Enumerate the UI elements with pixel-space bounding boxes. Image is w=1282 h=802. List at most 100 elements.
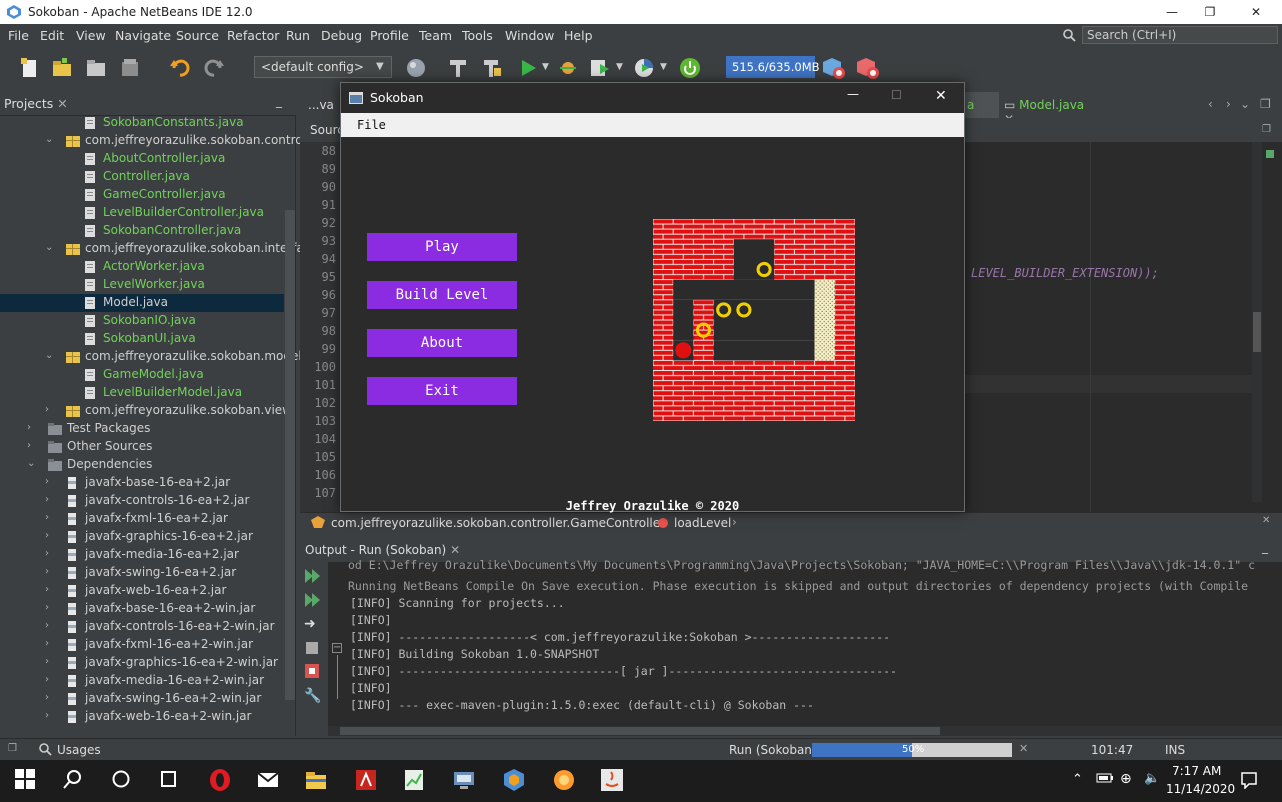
wrench-icon[interactable]: 🔧: [304, 688, 321, 704]
tab-partial[interactable]: a: [965, 92, 999, 118]
debug-icon[interactable]: [556, 56, 580, 80]
tree-item[interactable]: › javafx-fxml-16-ea+2.jar: [0, 510, 284, 528]
chevron-right-icon[interactable]: ›: [45, 674, 55, 685]
tree-item[interactable]: › javafx-swing-16-ea+2-win.jar: [0, 690, 284, 708]
cortana-icon[interactable]: [110, 768, 136, 794]
run-dropdown-icon[interactable]: ▼: [542, 62, 549, 72]
tree-item[interactable]: SokobanController.java: [0, 222, 284, 240]
clock-date[interactable]: 11/14/2020: [1166, 782, 1235, 796]
rerun-icon[interactable]: [304, 568, 322, 584]
notification-center-icon[interactable]: [1240, 771, 1258, 789]
editor-scrollbar[interactable]: [1252, 142, 1262, 502]
chevron-right-icon[interactable]: ›: [45, 548, 55, 559]
sokoban-menu-file[interactable]: File: [357, 118, 386, 132]
globe-icon[interactable]: [404, 56, 428, 80]
profile-dropdown-icon[interactable]: ▼: [660, 62, 667, 72]
test-icon[interactable]: [588, 56, 612, 80]
menu-profile[interactable]: Profile: [370, 28, 409, 43]
new-file-icon[interactable]: [18, 56, 42, 80]
build-icon[interactable]: [446, 56, 470, 80]
network-icon[interactable]: ⊕: [1120, 771, 1132, 787]
search-input[interactable]: Search (Ctrl+I): [1082, 26, 1278, 44]
tree-item[interactable]: LevelBuilderModel.java: [0, 384, 284, 402]
tree-item[interactable]: › com.jeffreyorazulike.sokoban.view: [0, 402, 292, 420]
chevron-down-icon[interactable]: ⌄: [45, 134, 55, 145]
minimize-panel-icon[interactable]: _: [276, 94, 282, 108]
spring-icon[interactable]: [678, 56, 702, 80]
close-project-icon[interactable]: [118, 56, 142, 80]
cancel-progress-icon[interactable]: ✕: [1019, 742, 1028, 755]
usages-label[interactable]: Usages: [57, 743, 101, 757]
minimize-panel-icon[interactable]: _: [1262, 540, 1268, 554]
output-area[interactable]: ➜ 🔧 − od E:\Jeffrey Orazulike\Documents\…: [300, 558, 1282, 736]
close-button[interactable]: ✕: [1234, 0, 1278, 24]
memory-indicator[interactable]: 515.6/635.0MB: [726, 56, 820, 78]
gc-icon-2[interactable]: [856, 56, 880, 80]
tree-item[interactable]: ActorWorker.java: [0, 258, 284, 276]
redo-icon[interactable]: [202, 56, 226, 80]
search-icon[interactable]: [62, 768, 88, 794]
chevron-right-icon[interactable]: ›: [45, 692, 55, 703]
output-scrollbar-thumb[interactable]: [340, 727, 940, 735]
tree-item[interactable]: Model.java: [0, 294, 284, 312]
tree-item[interactable]: SokobanConstants.java: [0, 114, 284, 132]
tree-item[interactable]: AboutController.java: [0, 150, 284, 168]
about-button[interactable]: About: [367, 329, 517, 357]
tree-item[interactable]: › javafx-controls-16-ea+2.jar: [0, 492, 284, 510]
tree-item[interactable]: › javafx-graphics-16-ea+2-win.jar: [0, 654, 284, 672]
play-button[interactable]: Play: [367, 233, 517, 261]
tree-item[interactable]: Controller.java: [0, 168, 284, 186]
tree-item[interactable]: GameController.java: [0, 186, 284, 204]
chevron-right-icon[interactable]: ›: [45, 656, 55, 667]
tree-item[interactable]: › javafx-swing-16-ea+2.jar: [0, 564, 284, 582]
tree-item[interactable]: ⌄ Dependencies: [0, 456, 284, 474]
menu-view[interactable]: View: [76, 28, 106, 43]
tray-chevron-up-icon[interactable]: ⌃: [1072, 772, 1083, 787]
open-project-icon[interactable]: [84, 56, 108, 80]
menu-navigate[interactable]: Navigate: [115, 28, 171, 43]
tree-item[interactable]: LevelWorker.java: [0, 276, 284, 294]
tree-item[interactable]: ⌄ com.jeffreyorazulike.sokoban.interfac: [0, 240, 311, 258]
menu-team[interactable]: Team: [419, 28, 452, 43]
chevron-right-icon[interactable]: ›: [45, 710, 55, 721]
tree-item[interactable]: › javafx-controls-16-ea+2-win.jar: [0, 618, 284, 636]
chevron-right-icon[interactable]: ›: [45, 566, 55, 577]
run-icon[interactable]: [516, 56, 540, 80]
netbeans-taskbar-icon[interactable]: [502, 768, 528, 794]
build-level-button[interactable]: Build Level: [367, 281, 517, 309]
scroll-right-icon[interactable]: ›: [1226, 97, 1231, 111]
menu-run[interactable]: Run: [286, 28, 310, 43]
chevron-right-icon[interactable]: ›: [45, 404, 55, 415]
maximize-button[interactable]: ❐: [1188, 0, 1232, 24]
tree-item[interactable]: › javafx-media-16-ea+2.jar: [0, 546, 284, 564]
tab-overflow[interactable]: ...va: [302, 92, 338, 118]
new-project-icon[interactable]: [50, 56, 74, 80]
tree-item[interactable]: SokobanUI.java: [0, 330, 284, 348]
tree-item[interactable]: GameModel.java: [0, 366, 284, 384]
notifications-icon[interactable]: ❐: [8, 743, 17, 754]
menu-refactor[interactable]: Refactor: [227, 28, 279, 43]
tree-item[interactable]: ⌄ com.jeffreyorazulike.sokoban.controll: [0, 132, 309, 150]
java-icon[interactable]: [600, 768, 626, 794]
menu-debug[interactable]: Debug: [321, 28, 362, 43]
battery-icon[interactable]: [1096, 772, 1114, 784]
chevron-right-icon[interactable]: ›: [45, 602, 55, 613]
close-tab-icon[interactable]: ✕: [57, 96, 67, 111]
step-icon[interactable]: ➜: [304, 616, 316, 632]
settings-icon[interactable]: [304, 640, 320, 656]
firefox-icon[interactable]: [552, 768, 578, 794]
menu-edit[interactable]: Edit: [40, 28, 64, 43]
menu-help[interactable]: Help: [564, 28, 593, 43]
scroll-left-icon[interactable]: ‹: [1208, 97, 1213, 111]
tree-item[interactable]: SokobanIO.java: [0, 312, 284, 330]
chevron-right-icon[interactable]: ›: [45, 512, 55, 523]
chevron-right-icon[interactable]: ›: [45, 476, 55, 487]
menu-file[interactable]: File: [8, 28, 29, 43]
tree-item[interactable]: LevelBuilderController.java: [0, 204, 284, 222]
pdf-reader-icon[interactable]: [354, 768, 380, 794]
network-app-icon[interactable]: [452, 768, 478, 794]
tab-model-java[interactable]: ▭ Model.java ✕: [1000, 92, 1100, 126]
restore-editor-icon[interactable]: ❐: [1262, 124, 1271, 135]
exit-button[interactable]: Exit: [367, 377, 517, 405]
chevron-right-icon[interactable]: ›: [45, 494, 55, 505]
